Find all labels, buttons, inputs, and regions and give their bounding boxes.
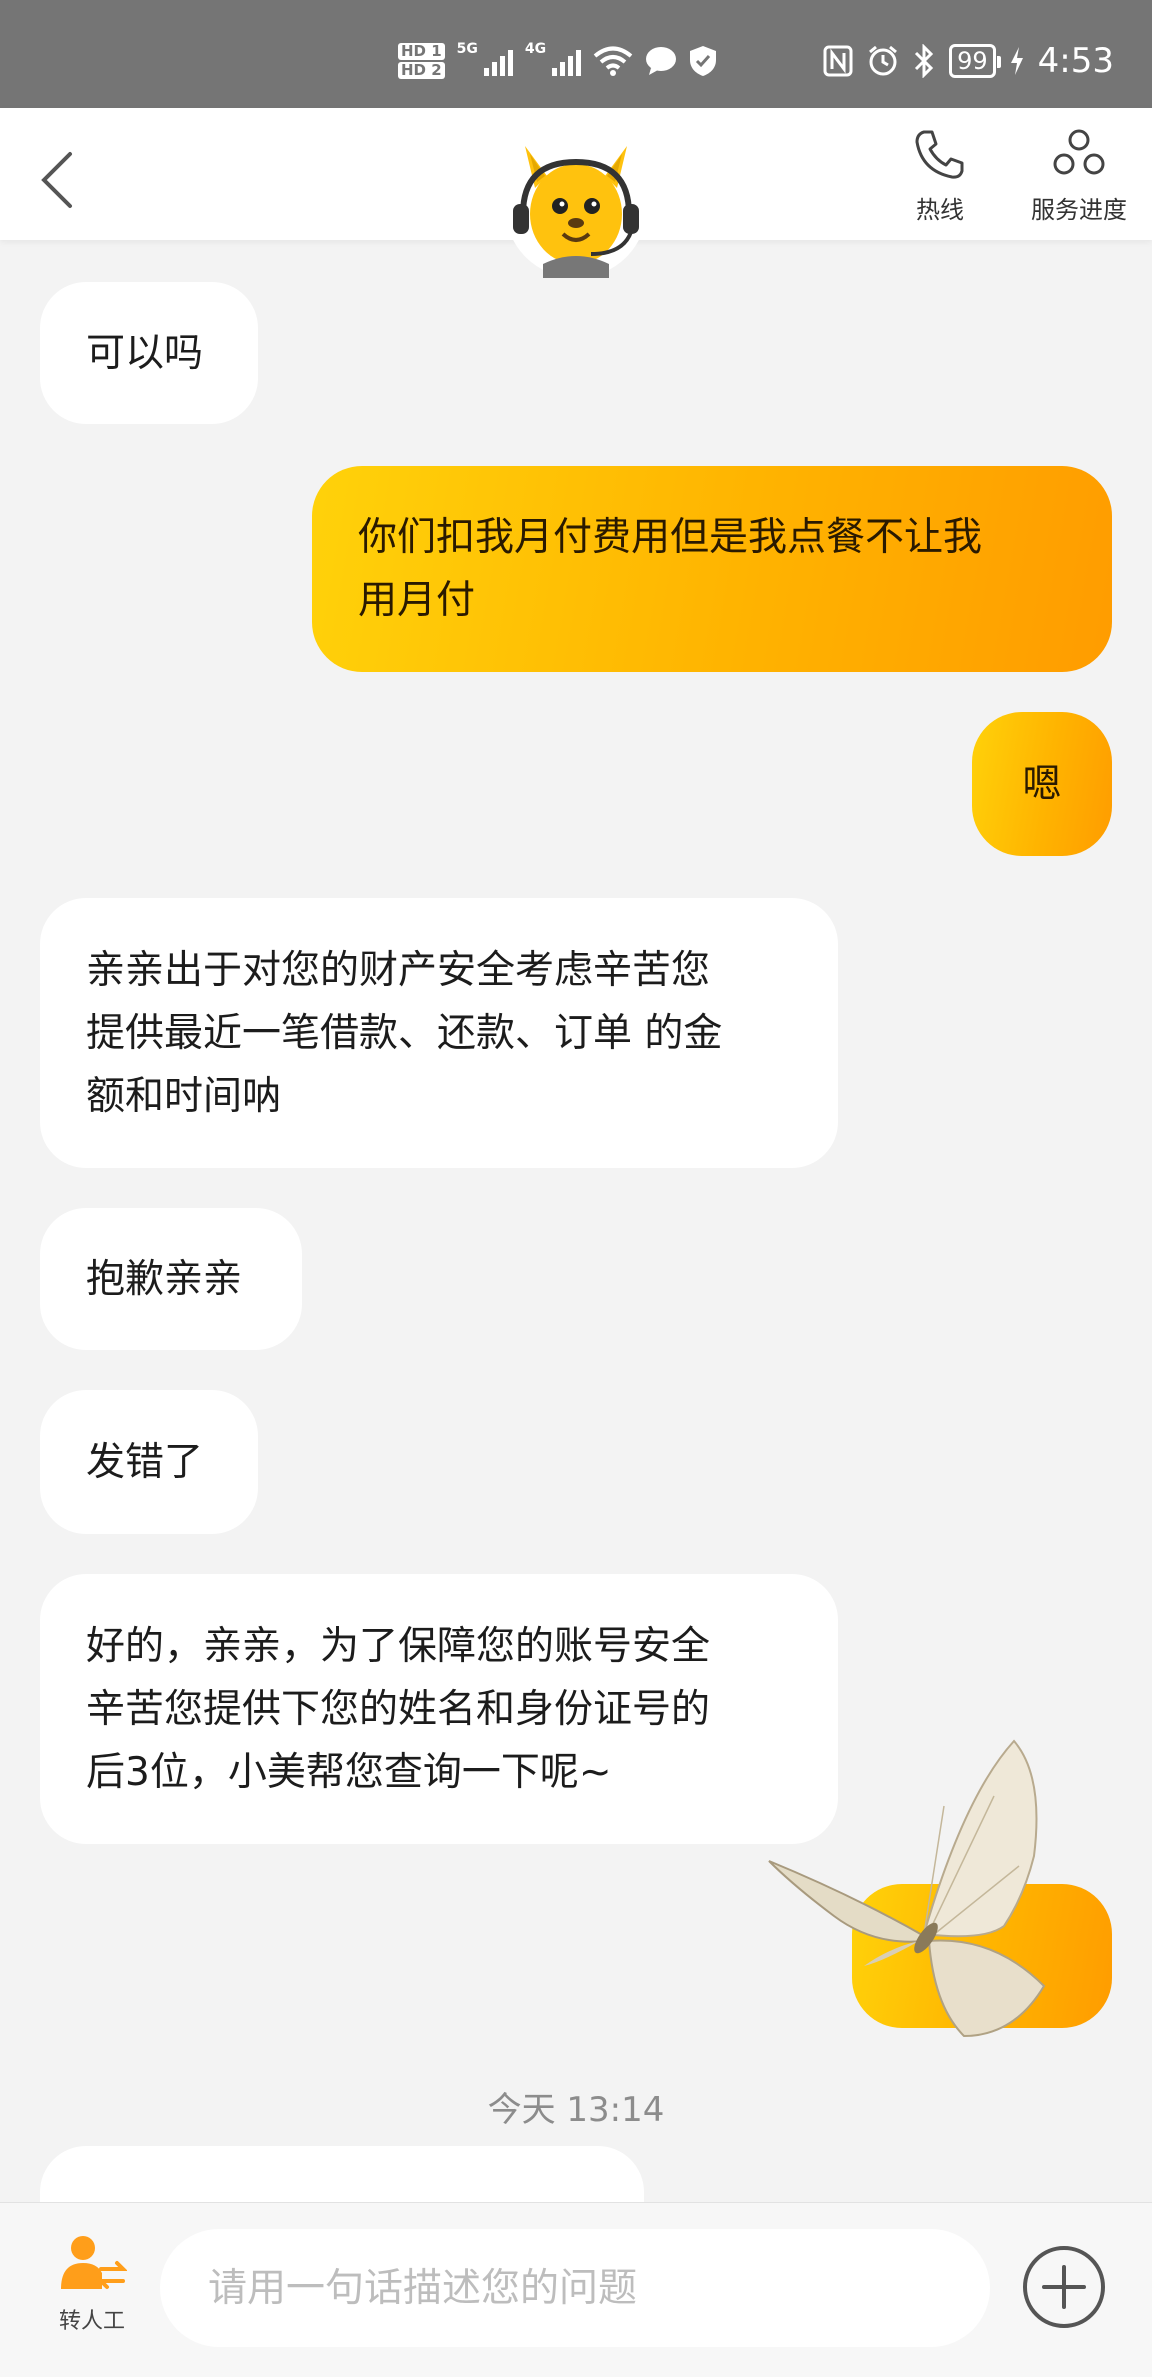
incoming-message[interactable]: 好的，亲亲，为了保障您的账号安全 辛苦您提供下您的姓名和身份证号的 后3位，小美… bbox=[40, 1574, 838, 1844]
incoming-message[interactable]: 发错了 bbox=[40, 1390, 258, 1534]
incoming-message[interactable]: 抱歉亲亲 bbox=[40, 1208, 302, 1350]
status-left-icons: HD 1 HD 2 5G 4G bbox=[398, 36, 717, 86]
back-icon[interactable] bbox=[38, 150, 78, 210]
service-progress-button[interactable]: 服务进度 bbox=[1024, 126, 1134, 225]
phone-icon bbox=[915, 130, 964, 179]
alarm-icon bbox=[869, 45, 898, 76]
network-4g-label: 4G bbox=[524, 41, 547, 57]
charging-icon bbox=[1010, 47, 1023, 75]
add-attachment-icon[interactable] bbox=[1022, 2245, 1106, 2329]
assistant-avatar bbox=[505, 136, 647, 278]
nfc-icon bbox=[823, 45, 853, 77]
status-right-icons: 99 4:53 bbox=[823, 36, 1114, 86]
status-bar: HD 1 HD 2 5G 4G 99 4:53 bbox=[0, 0, 1152, 108]
shield-icon bbox=[690, 46, 717, 76]
incoming-message[interactable]: 可以吗 bbox=[40, 282, 258, 424]
wifi-icon bbox=[593, 46, 633, 76]
hotline-button[interactable]: 热线 bbox=[902, 126, 978, 225]
transfer-to-agent-button[interactable]: 转人工 bbox=[52, 2233, 132, 2335]
status-time: 4:53 bbox=[1037, 41, 1114, 81]
signal-icon bbox=[552, 46, 582, 76]
progress-icon bbox=[1053, 129, 1105, 175]
butterfly-sticker bbox=[768, 1739, 1046, 2038]
bluetooth-icon bbox=[915, 44, 934, 78]
message-icon bbox=[646, 47, 677, 75]
battery-icon: 99 bbox=[949, 44, 1001, 78]
kangaroo-mascot-icon bbox=[513, 146, 639, 278]
incoming-message-partial[interactable] bbox=[40, 2146, 644, 2202]
outgoing-message[interactable]: 嗯 bbox=[972, 712, 1112, 856]
input-bar: 转人工 bbox=[0, 2202, 1152, 2377]
message-list[interactable]: 可以吗 你们扣我月付费用但是我点餐不让我 用月付 嗯 亲亲出于对您的财产安全考虑… bbox=[0, 240, 1152, 2202]
signal-icon bbox=[483, 46, 513, 76]
outgoing-message[interactable]: 你们扣我月付费用但是我点餐不让我 用月付 bbox=[312, 466, 1112, 672]
hd-icon: HD 1 HD 2 bbox=[398, 43, 445, 79]
network-5g-label: 5G bbox=[456, 41, 478, 57]
chat-header: 热线 服务进度 bbox=[0, 108, 1152, 278]
message-timestamp: 今天 13:14 bbox=[487, 2090, 665, 2130]
agent-transfer-icon bbox=[61, 2236, 127, 2289]
message-input[interactable] bbox=[160, 2229, 990, 2347]
incoming-message[interactable]: 亲亲出于对您的财产安全考虑辛苦您 提供最近一笔借款、还款、订单 的金 额和时间呐 bbox=[40, 898, 838, 1168]
